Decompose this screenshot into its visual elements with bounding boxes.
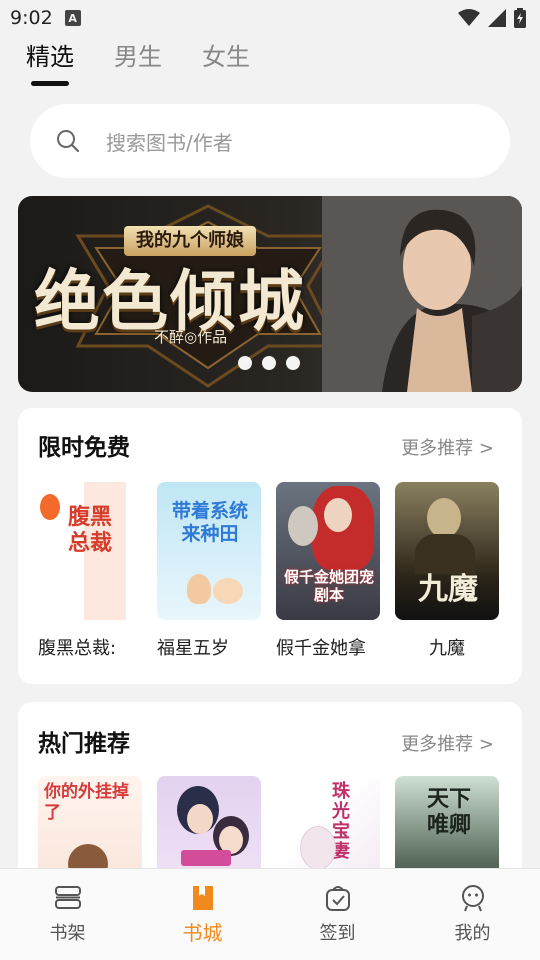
top-tabs: 精选 男生 女生 [26, 38, 250, 86]
profile-icon [461, 885, 484, 912]
cover-title: 腹黑总裁 [68, 504, 113, 556]
nav-label: 我的 [454, 923, 491, 944]
banner-dot[interactable] [286, 356, 300, 370]
notification-icon: A [64, 10, 81, 26]
search-icon [57, 130, 80, 153]
checkin-icon [325, 886, 350, 911]
nav-profile[interactable]: 我的 [405, 869, 540, 960]
bookstore-icon [192, 886, 213, 910]
book-cover[interactable]: 腹黑总裁 [38, 482, 142, 620]
search-placeholder: 搜索图书/作者 [106, 130, 233, 155]
bottom-nav: 书架 书城 签到 我的 [0, 868, 540, 960]
tab-male[interactable]: 男生 [114, 38, 162, 86]
book-title: 假千金她拿 [276, 638, 366, 659]
tab-female[interactable]: 女生 [202, 38, 250, 86]
book-item[interactable]: 腹黑总裁 腹黑总裁: [38, 482, 142, 660]
nav-bookstore[interactable]: 书城 [135, 869, 270, 960]
tab-featured[interactable]: 精选 [26, 38, 74, 86]
nav-bookshelf[interactable]: 书架 [0, 869, 135, 960]
nav-label: 签到 [319, 923, 356, 944]
wifi-icon [458, 9, 480, 26]
nav-label: 书架 [49, 923, 86, 944]
status-icons [458, 8, 526, 28]
nav-label: 书城 [182, 921, 223, 945]
more-recommend-link[interactable]: 更多推荐 > [401, 434, 494, 460]
status-time: 9:02 [10, 7, 53, 29]
book-cover[interactable]: 假千金她团宠剧本 [276, 482, 380, 620]
book-cover[interactable]: 九魔 [395, 482, 499, 620]
cover-title: 带着系统来种田 [171, 500, 248, 545]
signal-icon [488, 9, 506, 27]
book-item[interactable]: 假千金她团宠剧本 假千金她拿 [276, 482, 380, 660]
book-title: 福星五岁 [157, 638, 229, 659]
cover-title: 九魔 [418, 572, 478, 607]
free-section: 限时免费 更多推荐 > 腹黑总裁 腹黑总裁: 带着系统来种田 福星五岁 假千金她… [18, 408, 522, 684]
banner-pagination [238, 356, 300, 370]
bookshelf-icon [54, 886, 81, 909]
section-title: 热门推荐 [38, 731, 130, 757]
battery-icon [514, 8, 526, 28]
cover-title: 你的外挂掉了 [44, 782, 129, 823]
more-recommend-link[interactable]: 更多推荐 > [401, 730, 494, 756]
nav-checkin[interactable]: 签到 [270, 869, 405, 960]
book-title: 腹黑总裁: [38, 638, 117, 659]
banner-dot[interactable] [262, 356, 276, 370]
book-cover[interactable]: 带着系统来种田 [157, 482, 261, 620]
section-title: 限时免费 [38, 435, 130, 461]
cover-title: 假千金她团宠剧本 [283, 568, 374, 604]
banner-dot[interactable] [238, 356, 252, 370]
book-title: 九魔 [429, 638, 465, 659]
cover-title: 天下唯卿 [426, 786, 471, 838]
book-list: 腹黑总裁 腹黑总裁: 带着系统来种田 福星五岁 假千金她团宠剧本 假千金她拿 九… [38, 482, 499, 660]
banner-character-illustration [322, 196, 522, 392]
status-bar: 9:02 A [0, 0, 540, 36]
book-item[interactable]: 九魔 九魔 [395, 482, 499, 660]
banner-author: 不醉◎作品 [154, 328, 228, 346]
search-bar[interactable]: 搜索图书/作者 [30, 104, 510, 178]
book-item[interactable]: 带着系统来种田 福星五岁 [157, 482, 261, 660]
